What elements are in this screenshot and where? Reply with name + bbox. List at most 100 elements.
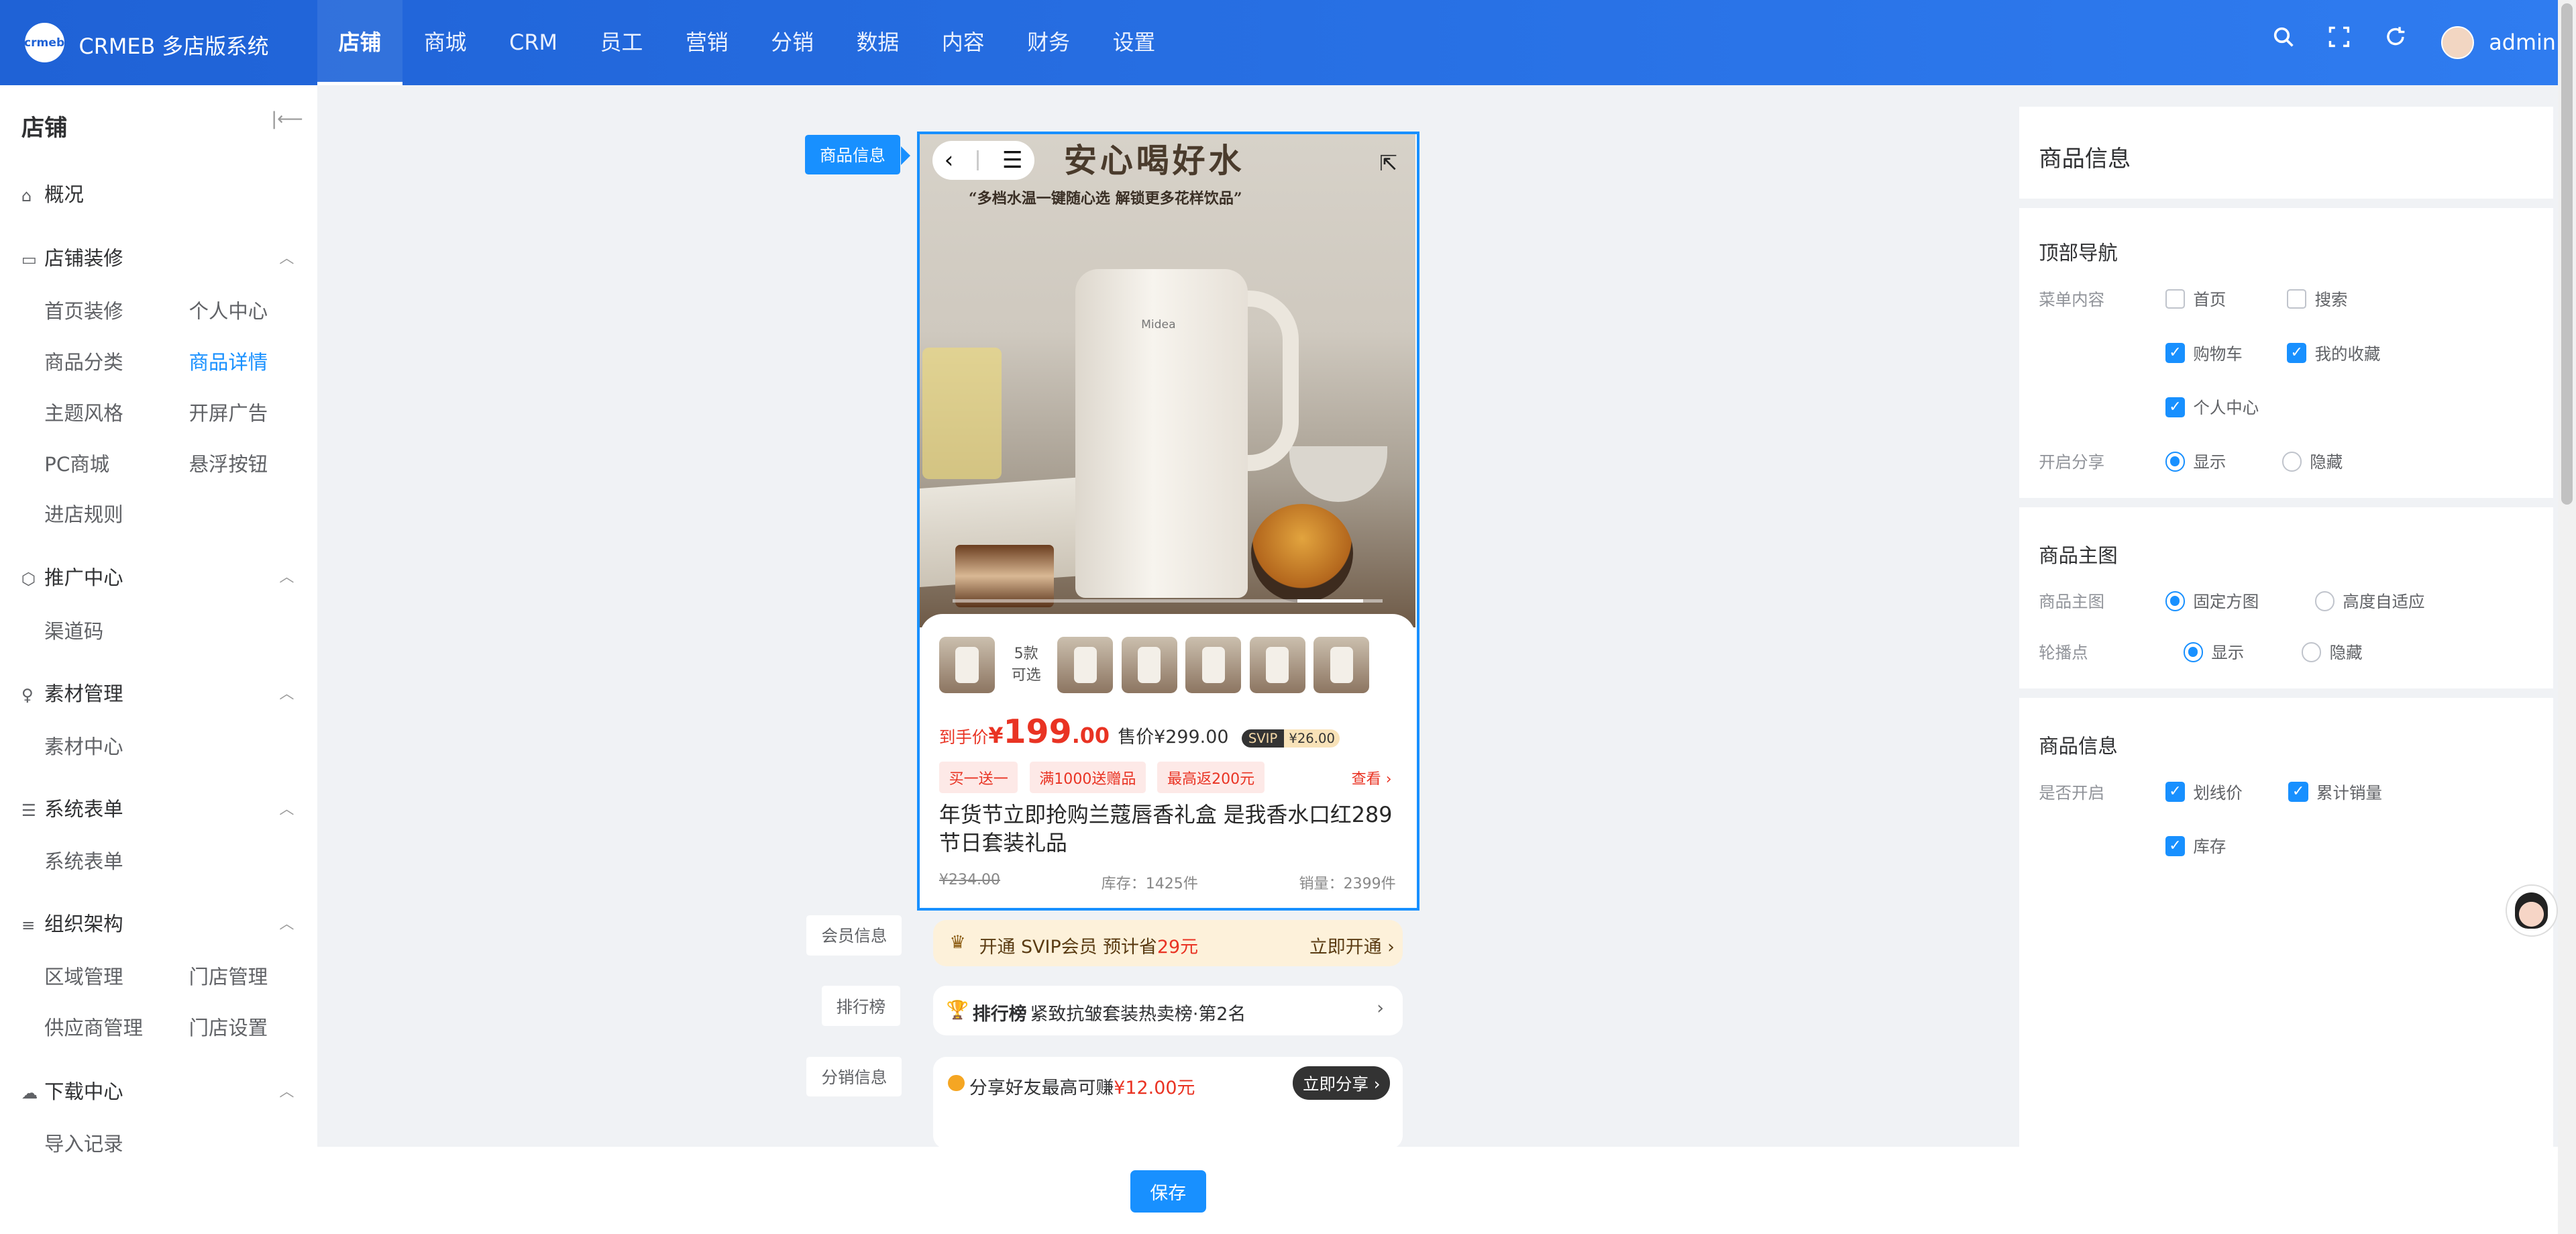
customer-service-avatar[interactable] [2505, 884, 2559, 937]
coupon-tag[interactable]: 满1000送赠品 [1029, 762, 1146, 794]
checkbox-box[interactable]: ✓ [2288, 782, 2308, 802]
style-thumb[interactable] [1057, 637, 1114, 693]
checkbox-user-center[interactable]: ✓ 个人中心 [2165, 395, 2259, 419]
refresh-icon[interactable] [2382, 26, 2408, 56]
chevron-up-icon[interactable]: ︿ [279, 1080, 294, 1101]
sidebar-item-supplier[interactable]: 供应商管理 [44, 1013, 143, 1041]
checkbox-box[interactable] [2286, 289, 2307, 309]
chevron-up-icon[interactable]: ︿ [279, 797, 294, 819]
share-now-button[interactable]: 立即分享 › [1293, 1066, 1391, 1100]
brand-logo[interactable]: crmeb [24, 23, 64, 63]
sidebar-group-material[interactable]: ♀ 素材管理 [21, 678, 123, 707]
checkbox-search[interactable]: 搜索 [2286, 287, 2348, 311]
checkbox-strike-price[interactable]: ✓ 划线价 [2165, 780, 2243, 804]
style-thumb[interactable] [1121, 637, 1177, 693]
nav-item-marketing[interactable]: 营销 [664, 0, 749, 85]
chevron-up-icon[interactable]: ︿ [279, 912, 294, 933]
see-more-link[interactable]: 查看 › [1352, 767, 1392, 788]
checkbox-box[interactable]: ✓ [2165, 782, 2186, 802]
nav-item-mall[interactable]: 商城 [402, 0, 488, 85]
sidebar-item-entry-rules[interactable]: 进店规则 [44, 499, 123, 527]
checkbox-favorites[interactable]: ✓ 我的收藏 [2286, 342, 2380, 365]
sidebar-item-float-button[interactable]: 悬浮按钮 [189, 449, 268, 477]
sidebar-item-store-settings[interactable]: 门店设置 [189, 1013, 268, 1041]
nav-item-content[interactable]: 内容 [920, 0, 1006, 85]
radio-button[interactable] [2165, 452, 2186, 472]
checkbox-box[interactable]: ✓ [2165, 836, 2186, 856]
sidebar-item-product-detail[interactable]: 商品详情 [189, 347, 268, 375]
tag-ranking[interactable]: 排行榜 [821, 986, 900, 1026]
nav-item-staff[interactable]: 员工 [579, 0, 664, 85]
radio-share-hide[interactable]: 隐藏 [2282, 450, 2343, 473]
coupon-tag[interactable]: 买一送一 [938, 762, 1018, 794]
radio-share-show[interactable]: 显示 [2165, 450, 2226, 473]
style-thumb[interactable] [1185, 637, 1242, 693]
menu-icon[interactable]: ☰ [1002, 147, 1023, 174]
sidebar-group-promo[interactable]: ⬡ 推广中心 [21, 562, 123, 590]
checkbox-box[interactable] [2165, 289, 2186, 309]
nav-item-distribution[interactable]: 分销 [749, 0, 835, 85]
sidebar-item-store-manage[interactable]: 门店管理 [189, 962, 268, 990]
tag-product-info[interactable]: 商品信息 [805, 134, 910, 175]
radio-button[interactable] [2183, 642, 2204, 662]
fullscreen-icon[interactable] [2326, 26, 2353, 56]
user-name[interactable]: admin [2489, 30, 2556, 55]
collapse-sidebar-icon[interactable]: |⟵ [271, 109, 303, 130]
nav-item-store[interactable]: 店铺 [317, 0, 402, 86]
radio-auto-height[interactable]: 高度自适应 [2314, 589, 2425, 613]
user-avatar[interactable] [2441, 26, 2475, 60]
ranking-bar[interactable]: 🏆 排行榜 紧致抗皱套装热卖榜·第2名 › [933, 986, 1403, 1035]
sidebar-item-theme[interactable]: 主题风格 [44, 398, 123, 426]
sidebar-group-decor[interactable]: ▭ 店铺装修 [21, 243, 123, 271]
chevron-up-icon[interactable]: ︿ [279, 682, 294, 703]
sidebar-item-region[interactable]: 区域管理 [44, 962, 123, 990]
chevron-up-icon[interactable]: ︿ [279, 565, 294, 586]
sidebar-item-user-center[interactable]: 个人中心 [189, 296, 268, 324]
sidebar-item-material-center[interactable]: 素材中心 [44, 731, 123, 760]
nav-item-data[interactable]: 数据 [835, 0, 920, 85]
back-icon[interactable]: ‹ [945, 147, 954, 174]
share-icon[interactable]: ⇱ [1379, 150, 1397, 176]
radio-button[interactable] [2282, 452, 2302, 472]
checkbox-box[interactable]: ✓ [2165, 397, 2186, 417]
radio-button[interactable] [2314, 591, 2334, 611]
sidebar-item-splash-ad[interactable]: 开屏广告 [189, 398, 268, 426]
style-thumb[interactable] [938, 637, 996, 693]
svip-open-link[interactable]: 立即开通 › [1309, 932, 1395, 958]
chevron-right-icon[interactable]: › [1377, 998, 1384, 1019]
radio-button[interactable] [2165, 591, 2186, 611]
radio-button[interactable] [2302, 642, 2322, 662]
sidebar-item-category[interactable]: 商品分类 [44, 347, 123, 375]
sidebar-item-overview[interactable]: ⌂ 概况 [21, 179, 84, 207]
nav-item-finance[interactable]: 财务 [1006, 0, 1091, 85]
sidebar-item-pc-mall[interactable]: PC商城 [44, 449, 109, 477]
checkbox-stock[interactable]: ✓ 库存 [2165, 834, 2226, 858]
tag-distribution[interactable]: 分销信息 [806, 1056, 902, 1097]
sidebar-group-org[interactable]: ≡ 组织架构 [21, 909, 123, 937]
sidebar-group-download[interactable]: ☁ 下载中心 [21, 1076, 123, 1104]
save-button[interactable]: 保存 [1130, 1170, 1206, 1213]
style-thumb[interactable] [1313, 637, 1370, 693]
sidebar-group-forms[interactable]: ☰ 系统表单 [21, 794, 123, 822]
radio-fixed-square[interactable]: 固定方图 [2165, 589, 2259, 613]
checkbox-cart[interactable]: ✓ 购物车 [2165, 342, 2243, 365]
chevron-up-icon[interactable]: ︿ [279, 246, 294, 268]
phone-preview[interactable]: Midea 安心喝好水 “多档水温一键随心选 解锁更多花样饮品” ‹ ☰ ⇱ 5款… [916, 131, 1419, 911]
svip-member-bar[interactable]: ♛ 开通 SVIP会员 预计省29元 立即开通 › [933, 920, 1403, 966]
coupon-tag[interactable]: 最高返200元 [1157, 762, 1265, 794]
checkbox-box[interactable]: ✓ [2165, 343, 2186, 363]
search-icon[interactable] [2271, 26, 2297, 56]
style-thumb[interactable] [1249, 637, 1305, 693]
radio-dots-show[interactable]: 显示 [2183, 640, 2244, 664]
sidebar-item-channel-code[interactable]: 渠道码 [44, 616, 103, 644]
sidebar-item-home-decor[interactable]: 首页装修 [44, 296, 123, 324]
nav-item-crm[interactable]: CRM [488, 0, 578, 85]
scrollbar-thumb[interactable] [2561, 3, 2573, 505]
checkbox-box[interactable]: ✓ [2286, 343, 2307, 363]
radio-dots-hide[interactable]: 隐藏 [2302, 640, 2363, 664]
checkbox-home[interactable]: 首页 [2165, 287, 2226, 311]
sidebar-item-system-form[interactable]: 系统表单 [44, 846, 123, 874]
tag-member-info[interactable]: 会员信息 [806, 915, 902, 956]
sidebar-item-import-log[interactable]: 导入记录 [44, 1129, 123, 1157]
nav-item-settings[interactable]: 设置 [1091, 0, 1177, 85]
